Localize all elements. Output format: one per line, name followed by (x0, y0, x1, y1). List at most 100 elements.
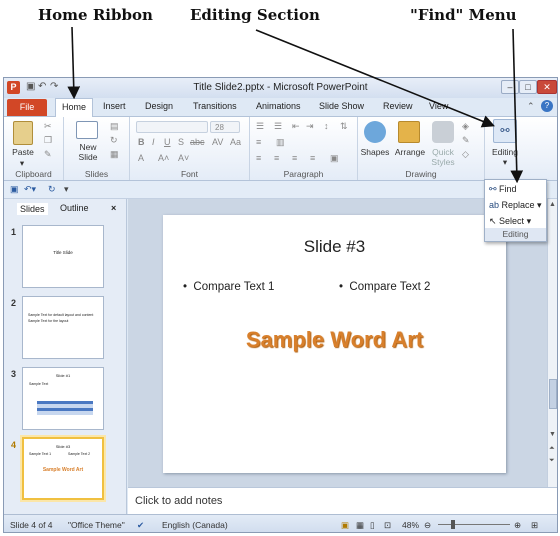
shapes-button[interactable]: Shapes (358, 147, 392, 157)
font-size-select[interactable]: 28 (210, 121, 240, 133)
strikethrough-icon[interactable]: abc (190, 137, 205, 147)
shadow-icon[interactable]: S (178, 137, 184, 147)
increase-indent-icon[interactable]: ⇥ (306, 121, 314, 132)
slide-bullet-1[interactable]: • Compare Text 1 (183, 281, 274, 293)
zoom-level[interactable]: 48% (402, 520, 419, 530)
shape-fill-icon[interactable]: ◈ (462, 121, 469, 132)
slide-canvas[interactable]: Slide #3 • Compare Text 1 • Compare Text… (163, 215, 506, 473)
text-direction-icon[interactable]: ⇅ (340, 121, 348, 132)
quick-styles-label-1[interactable]: Quick (428, 147, 458, 157)
align-center-icon[interactable]: ≡ (274, 153, 279, 163)
tab-slide-show[interactable]: Slide Show (319, 101, 364, 111)
normal-view-icon[interactable]: ▣ (341, 520, 349, 531)
scroll-thumb[interactable] (549, 379, 557, 409)
slide-thumbnail-3[interactable]: Slide #1 Sample Text (22, 367, 104, 430)
menu-item-replace[interactable]: ab Replace ▾ (489, 200, 542, 211)
font-family-select[interactable] (136, 121, 208, 133)
new-slide-label-2[interactable]: Slide (68, 152, 108, 162)
minimize-button[interactable]: – (501, 80, 519, 94)
paste-icon[interactable] (13, 121, 33, 145)
smartart-icon[interactable]: ▣ (330, 153, 339, 164)
menu-item-select[interactable]: ↖ Select ▾ (489, 216, 531, 227)
bold-icon[interactable]: B (138, 137, 145, 147)
language[interactable]: English (Canada) (162, 520, 228, 530)
numbering-icon[interactable]: ☰ (274, 121, 282, 132)
format-painter-icon[interactable]: ✎ (44, 149, 52, 160)
slide-title[interactable]: Slide #3 (163, 237, 506, 257)
next-slide-icon[interactable]: ⏷ (549, 457, 555, 465)
tab-insert[interactable]: Insert (103, 101, 126, 111)
reading-view-icon[interactable]: ▯ (370, 520, 375, 531)
slide-thumbnail-2[interactable]: Sample Text for default layout and conte… (22, 296, 104, 359)
shape-effects-icon[interactable]: ◇ (462, 149, 469, 160)
vertical-scrollbar[interactable]: ▲ ▼ ⏶ ⏷ (547, 199, 557, 487)
tab-design[interactable]: Design (145, 101, 173, 111)
quick-styles-icon[interactable] (432, 121, 454, 143)
zoom-slider-thumb[interactable] (451, 520, 455, 529)
arrange-button[interactable]: Arrange (392, 147, 428, 157)
zoom-in-icon[interactable]: ⊕ (514, 520, 521, 531)
tab-transitions[interactable]: Transitions (193, 101, 237, 111)
tab-outline[interactable]: Outline (60, 203, 89, 213)
slide-thumbnail-4[interactable]: Slide #3 Sample Text 1 Sample Text 2 Sam… (22, 437, 104, 500)
collapse-ribbon-icon[interactable]: ⌃ (527, 101, 535, 112)
fit-to-window-icon[interactable]: ⊞ (531, 520, 538, 531)
redo-icon[interactable]: ↻ (48, 184, 56, 195)
editing-dropdown-icon[interactable]: ▾ (485, 157, 525, 168)
tab-review[interactable]: Review (383, 101, 413, 111)
decrease-indent-icon[interactable]: ⇤ (292, 121, 300, 132)
change-case-icon[interactable]: Aa (230, 137, 241, 147)
italic-icon[interactable]: I (152, 137, 155, 147)
tab-view[interactable]: View (429, 101, 448, 111)
binoculars-icon[interactable]: ⚯ (493, 119, 517, 143)
increase-font-icon[interactable]: A˄ (158, 153, 169, 163)
slide-thumbnail-1[interactable]: Title Slide (22, 225, 104, 288)
editing-button[interactable]: Editing (485, 147, 525, 157)
previous-slide-icon[interactable]: ⏶ (549, 445, 555, 453)
new-slide-label-1[interactable]: New (68, 142, 108, 152)
tab-file[interactable]: File (7, 99, 47, 116)
font-color-icon[interactable]: A (138, 153, 144, 163)
close-button[interactable]: ✕ (537, 80, 557, 94)
align-right-icon[interactable]: ≡ (292, 153, 297, 163)
paste-dropdown-icon[interactable]: ▾ (16, 158, 28, 169)
paste-button[interactable]: Paste (7, 147, 39, 157)
align-left-icon[interactable]: ≡ (256, 153, 261, 163)
copy-icon[interactable]: ❐ (44, 135, 52, 146)
menu-item-find[interactable]: ⚯ Find (489, 184, 517, 195)
slide-bullet-2[interactable]: • Compare Text 2 (339, 281, 430, 293)
notes-pane[interactable]: Click to add notes (128, 487, 557, 514)
shapes-icon[interactable] (364, 121, 386, 143)
slide-sorter-icon[interactable]: ▦ (356, 520, 364, 531)
bullets-icon[interactable]: ☰ (256, 121, 264, 132)
new-slide-icon[interactable] (76, 121, 98, 139)
help-icon[interactable]: ? (541, 100, 553, 112)
zoom-slider[interactable] (438, 524, 510, 525)
scroll-down-icon[interactable]: ▼ (549, 431, 556, 438)
close-pane-icon[interactable]: × (111, 203, 116, 213)
zoom-out-icon[interactable]: ⊖ (424, 520, 431, 531)
customize-toolbar-icon[interactable]: ▾ (64, 184, 69, 195)
tab-home[interactable]: Home (55, 98, 93, 117)
section-icon[interactable]: ▦ (110, 149, 119, 160)
quick-styles-label-2[interactable]: Styles (428, 157, 458, 167)
layout-icon[interactable]: ▤ (110, 121, 119, 132)
reset-icon[interactable]: ↻ (110, 135, 118, 146)
underline-icon[interactable]: U (164, 137, 171, 147)
spell-check-icon[interactable]: ✔ (137, 520, 144, 531)
scroll-up-icon[interactable]: ▲ (549, 201, 556, 208)
line-spacing-icon[interactable]: ↕ (324, 121, 329, 131)
shape-outline-icon[interactable]: ✎ (462, 135, 470, 146)
maximize-button[interactable]: □ (519, 80, 537, 94)
align-text-icon[interactable]: ≡ (256, 137, 261, 147)
slide-wordart[interactable]: Sample Word Art (163, 327, 506, 353)
decrease-font-icon[interactable]: A˅ (178, 153, 189, 163)
save-icon[interactable]: ▣ (10, 184, 19, 195)
tab-animations[interactable]: Animations (256, 101, 301, 111)
cut-icon[interactable]: ✂ (44, 121, 52, 132)
spacing-icon[interactable]: AV (212, 137, 223, 147)
arrange-icon[interactable] (398, 121, 420, 143)
justify-icon[interactable]: ≡ (310, 153, 315, 163)
notes-placeholder[interactable]: Click to add notes (135, 495, 222, 507)
slide-show-icon[interactable]: ⊡ (384, 520, 391, 531)
